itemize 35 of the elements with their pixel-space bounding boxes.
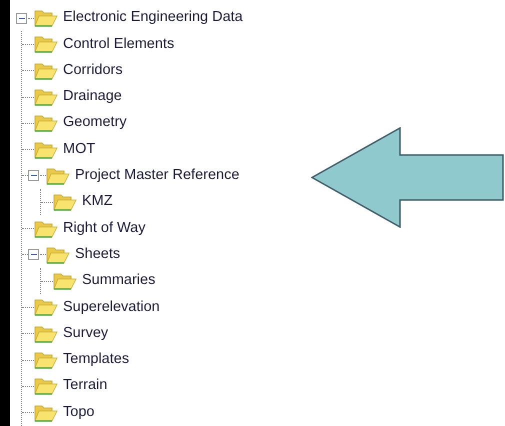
folder-icon: [34, 377, 58, 396]
folder-label[interactable]: KMZ: [82, 191, 113, 214]
expander-button[interactable]: [28, 249, 39, 260]
expander-button[interactable]: [16, 12, 27, 24]
folder-icon: [46, 166, 70, 185]
folder-icon: [34, 298, 58, 316]
folder-label[interactable]: MOT: [63, 138, 96, 160]
folder-icon: [34, 220, 58, 238]
folder-icon: [34, 62, 58, 80]
folder-label[interactable]: Drainage: [63, 86, 122, 108]
folder-label[interactable]: Summaries: [82, 270, 156, 292]
folder-icon: [34, 9, 58, 28]
folder-label[interactable]: Templates: [63, 349, 130, 371]
folder-label[interactable]: Survey: [63, 322, 108, 345]
folder-icon: [53, 272, 77, 290]
folder-label[interactable]: Geometry: [63, 112, 127, 134]
folder-icon: [34, 88, 58, 106]
folder-icon: [34, 404, 58, 422]
folder-icon: [34, 140, 58, 159]
folder-icon: [34, 324, 58, 343]
folder-label[interactable]: Corridors: [63, 60, 123, 82]
folder-icon: [34, 35, 58, 54]
folder-label[interactable]: Right of Way: [63, 218, 146, 240]
folder-icon: [34, 351, 58, 369]
folder-label[interactable]: Superelevation: [63, 296, 160, 318]
folder-icon: [53, 193, 77, 212]
folder-label[interactable]: Topo: [63, 402, 94, 424]
folder-icon: [46, 246, 70, 264]
expander-button[interactable]: [28, 170, 39, 182]
folder-label[interactable]: Terrain: [63, 375, 108, 398]
folder-label[interactable]: Electronic Engineering Data: [63, 7, 243, 30]
folder-label[interactable]: Sheets: [75, 244, 120, 266]
folder-icon: [34, 114, 58, 132]
folder-label[interactable]: Control Elements: [63, 34, 174, 56]
folder-label[interactable]: Project Master Reference: [75, 165, 240, 187]
